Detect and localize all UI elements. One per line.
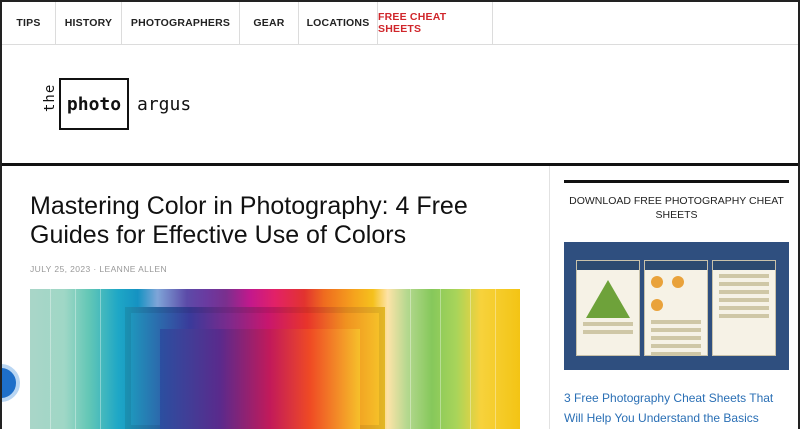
hero-slat [470, 289, 471, 429]
cheat-sheets-image[interactable] [564, 242, 789, 370]
hero-slat [440, 289, 441, 429]
nav-item-gear[interactable]: GEAR [240, 2, 299, 44]
nav-item-free-cheat-sheets[interactable]: FREE CHEAT SHEETS [378, 2, 493, 44]
cheat-sheets-link[interactable]: 3 Free Photography Cheat Sheets That Wil… [564, 388, 789, 428]
logo-photo-box: photo [59, 78, 129, 130]
widget-title: DOWNLOAD FREE PHOTOGRAPHY CHEAT SHEETS [569, 195, 784, 221]
hero-slat [410, 289, 411, 429]
article-meta: JULY 25, 2023 · LEANNE ALLEN [30, 264, 168, 274]
cheat-sheet-thumb [712, 260, 776, 356]
sidebar: DOWNLOAD FREE PHOTOGRAPHY CHEAT SHEETS 3… [564, 180, 789, 428]
hero-image-inner-frame-2 [160, 329, 360, 429]
article-hero-image[interactable] [30, 289, 520, 429]
nav-item-photographers[interactable]: PHOTOGRAPHERS [122, 2, 240, 44]
article-title[interactable]: Mastering Color in Photography: 4 Free G… [30, 192, 530, 250]
site-header: the photo argus [2, 45, 798, 163]
site-logo[interactable]: the photo argus [42, 76, 191, 132]
nav-item-locations[interactable]: LOCATIONS [299, 2, 378, 44]
hero-slat [100, 289, 101, 429]
hero-slat [75, 289, 76, 429]
sidebar-divider [549, 166, 550, 429]
top-navigation: TIPS HISTORY PHOTOGRAPHERS GEAR LOCATION… [2, 2, 798, 45]
nav-item-tips[interactable]: TIPS [2, 2, 56, 44]
hero-slat [50, 289, 51, 429]
hero-slat [495, 289, 496, 429]
cheat-sheet-thumb [576, 260, 640, 356]
cheat-sheet-thumb [644, 260, 708, 356]
floating-badge-icon[interactable] [2, 364, 20, 402]
widget-title-bar [564, 180, 789, 183]
logo-the-text: the [42, 83, 58, 112]
header-divider [2, 163, 798, 166]
article: Mastering Color in Photography: 4 Free G… [30, 192, 530, 274]
nav-item-history[interactable]: HISTORY [56, 2, 122, 44]
logo-argus-text: argus [137, 93, 192, 115]
page-frame: TIPS HISTORY PHOTOGRAPHERS GEAR LOCATION… [0, 0, 800, 429]
